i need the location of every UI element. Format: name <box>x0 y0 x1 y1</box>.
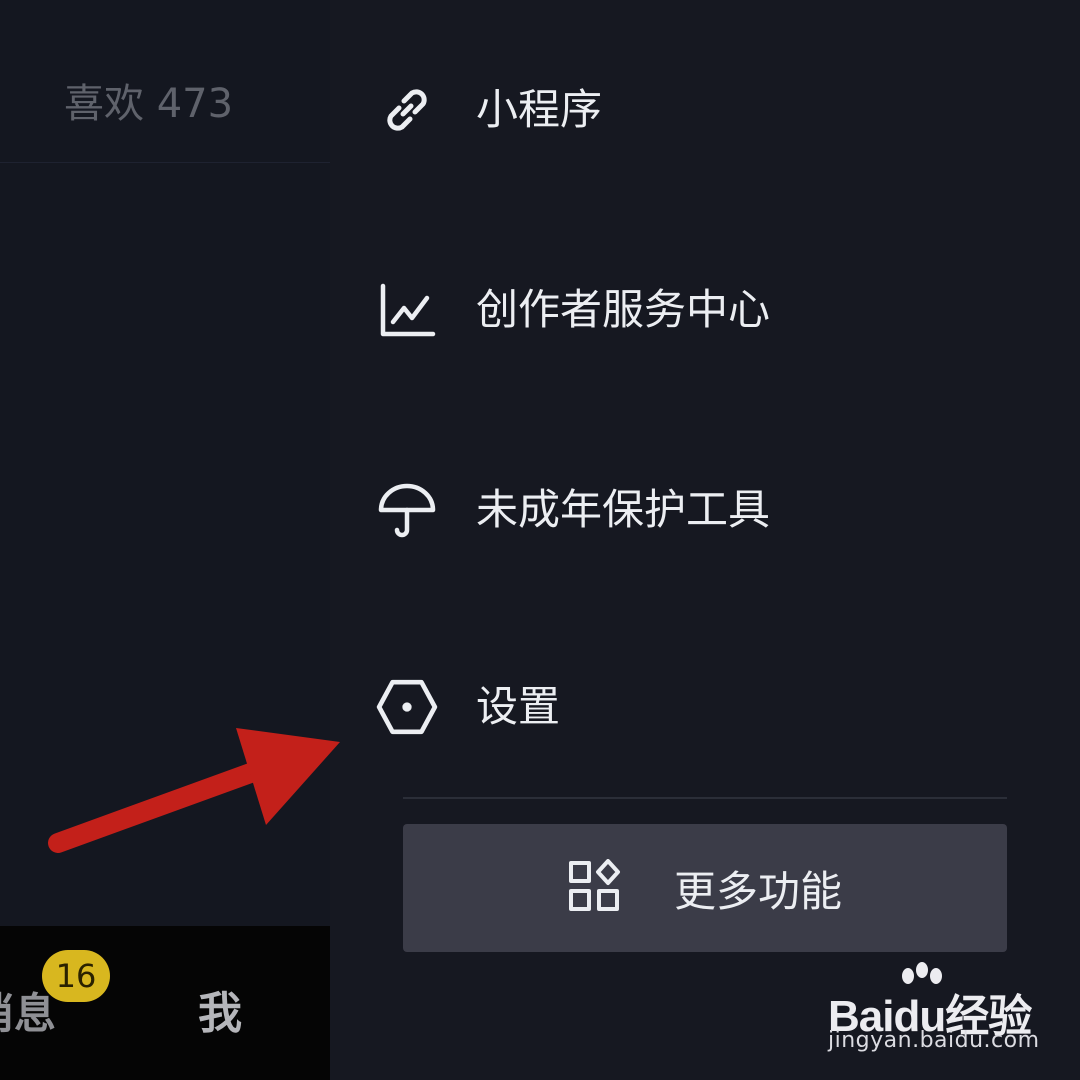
line-chart-icon <box>372 275 442 345</box>
settings-hexagon-icon <box>372 672 442 742</box>
menu-item-label: 创作者服务中心 <box>476 285 771 334</box>
watermark-url: jingyan.baidu.com <box>828 1028 1040 1053</box>
nav-item-me[interactable]: 我 <box>198 986 242 1042</box>
grid-apps-icon <box>568 859 622 917</box>
baidu-watermark: Baidu经验 jingyan.baidu.com <box>828 962 1039 1062</box>
menu-item-settings[interactable]: 设置 <box>372 652 1022 762</box>
more-features-label: 更多功能 <box>673 866 842 916</box>
menu-item-mini-programs[interactable]: 小程序 <box>372 55 1022 165</box>
more-features-button[interactable]: 更多功能 <box>403 824 1007 952</box>
likes-tab[interactable]: 喜欢 473 <box>0 0 330 163</box>
menu-item-label: 未成年保护工具 <box>476 485 771 534</box>
likes-tab-label: 喜欢 473 <box>64 81 234 127</box>
messages-unread-badge: 16 <box>42 950 110 1002</box>
menu-divider <box>403 797 1007 799</box>
profile-left-pane: 喜欢 473 <box>0 0 330 1080</box>
menu-item-minor-protection[interactable]: 未成年保护工具 <box>372 455 1022 565</box>
menu-item-label: 设置 <box>476 682 561 731</box>
link-icon <box>372 75 442 145</box>
umbrella-icon <box>372 475 442 545</box>
menu-item-label: 小程序 <box>476 85 603 134</box>
menu-item-creator-center[interactable]: 创作者服务中心 <box>372 255 1022 365</box>
nav-item-messages[interactable]: 消息 <box>0 986 56 1042</box>
